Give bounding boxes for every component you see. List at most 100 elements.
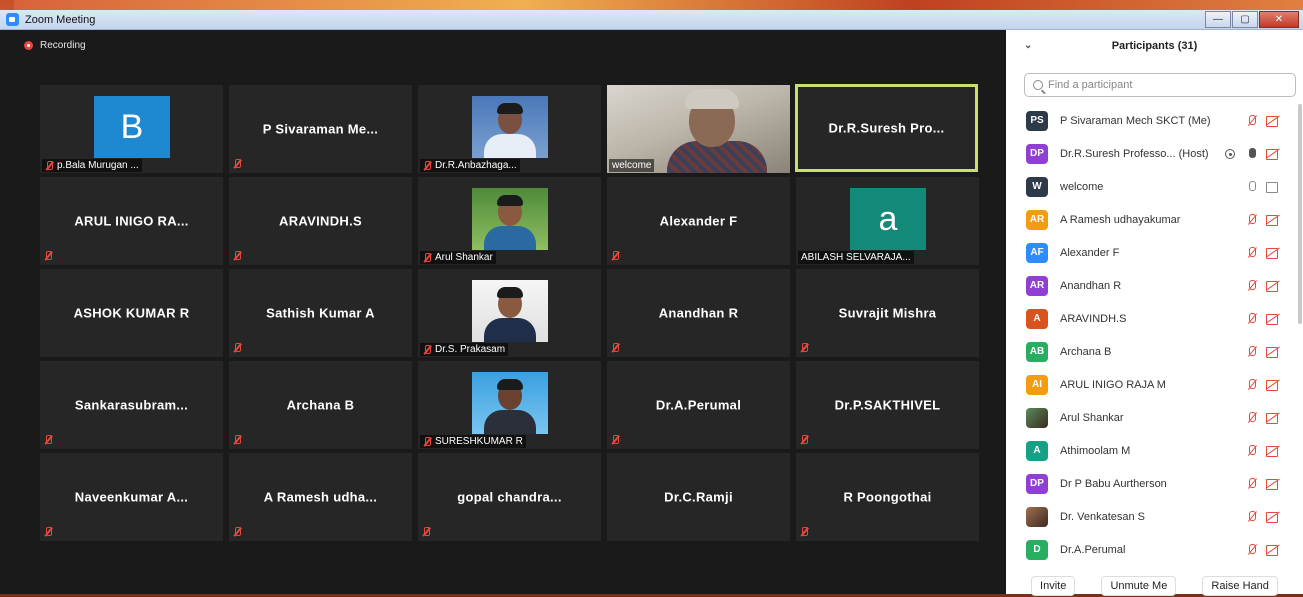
avatar: DP xyxy=(1026,473,1048,494)
participant-row[interactable]: DP Dr P Babu Aurtherson xyxy=(1006,467,1303,500)
video-off-icon[interactable] xyxy=(1266,247,1281,259)
avatar: AR xyxy=(1026,275,1048,296)
video-tile[interactable]: Anandhan R xyxy=(607,269,790,357)
video-tile[interactable]: SURESHKUMAR R xyxy=(418,361,601,449)
title-bar: Zoom Meeting — ▢ ✕ xyxy=(0,10,1303,30)
avatar: a xyxy=(850,188,926,250)
video-off-icon[interactable] xyxy=(1266,346,1281,358)
video-tile[interactable]: Suvrajit Mishra xyxy=(796,269,979,357)
mic-icon[interactable] xyxy=(1246,147,1258,160)
mic-muted-icon xyxy=(611,251,619,261)
mic-muted-icon[interactable] xyxy=(1246,312,1258,325)
name-label: p.Bala Murugan ... xyxy=(42,159,142,172)
video-tile[interactable]: Sathish Kumar A xyxy=(229,269,412,357)
mic-muted-icon[interactable] xyxy=(1246,345,1258,358)
video-tile[interactable]: Alexander F xyxy=(607,177,790,265)
video-tile[interactable]: P Sivaraman Me... xyxy=(229,85,412,173)
mic-icon[interactable] xyxy=(1246,180,1258,193)
video-off-icon[interactable] xyxy=(1266,148,1281,160)
video-off-icon[interactable] xyxy=(1266,412,1281,424)
participant-row[interactable]: A ARAVINDH.S xyxy=(1006,302,1303,335)
unmute-me-button[interactable]: Unmute Me xyxy=(1101,576,1177,596)
video-off-icon[interactable] xyxy=(1266,280,1281,292)
minimize-button[interactable]: — xyxy=(1205,11,1231,28)
participant-row[interactable]: PS P Sivaraman Mech SKCT (Me) xyxy=(1006,104,1303,137)
video-tile[interactable]: R Poongothai xyxy=(796,453,979,541)
video-tile[interactable]: Naveenkumar A... xyxy=(40,453,223,541)
video-tile[interactable]: Dr.P.SAKTHIVEL xyxy=(796,361,979,449)
video-off-icon[interactable] xyxy=(1266,478,1281,490)
mic-muted-icon xyxy=(423,436,431,447)
participant-row[interactable]: Dr. Venkatesan S xyxy=(1006,500,1303,533)
participant-row[interactable]: AF Alexander F xyxy=(1006,236,1303,269)
participant-row[interactable]: Wwelcome xyxy=(1006,170,1303,203)
name-label-text: p.Bala Murugan ... xyxy=(57,160,139,171)
mic-muted-icon[interactable] xyxy=(1246,279,1258,292)
participant-row[interactable]: AR A Ramesh udhayakumar xyxy=(1006,203,1303,236)
video-tile[interactable]: Dr.C.Ramji xyxy=(607,453,790,541)
video-tile[interactable]: ASHOK KUMAR R xyxy=(40,269,223,357)
video-off-icon[interactable] xyxy=(1266,115,1281,127)
mic-muted-icon xyxy=(233,527,241,537)
scrollbar[interactable] xyxy=(1298,104,1302,324)
video-tile[interactable]: ARUL INIGO RA... xyxy=(40,177,223,265)
mic-muted-icon[interactable] xyxy=(1246,378,1258,391)
maximize-button[interactable]: ▢ xyxy=(1232,11,1258,28)
video-tile[interactable]: Dr.R.Anbazhaga... xyxy=(418,85,601,173)
avatar: D xyxy=(1026,539,1048,560)
participant-name: Athimoolam M xyxy=(1060,444,1131,457)
participant-row[interactable]: Arul Shankar xyxy=(1006,401,1303,434)
video-tile[interactable]: Bp.Bala Murugan ... xyxy=(40,85,223,173)
video-tile[interactable]: Sankarasubram... xyxy=(40,361,223,449)
video-tile[interactable]: welcome xyxy=(607,85,790,173)
video-tile[interactable]: gopal chandra... xyxy=(418,453,601,541)
mic-muted-icon[interactable] xyxy=(1246,543,1258,556)
participant-name: A Ramesh udhayakumar xyxy=(1060,213,1181,226)
video-icon[interactable] xyxy=(1266,181,1281,193)
name-label-text: Dr.S. Prakasam xyxy=(435,344,506,355)
participant-row[interactable]: A Athimoolam M xyxy=(1006,434,1303,467)
participant-row[interactable]: D Dr.A.Perumal xyxy=(1006,533,1303,566)
video-off-icon[interactable] xyxy=(1266,214,1281,226)
video-tile[interactable]: Archana B xyxy=(229,361,412,449)
participant-row[interactable]: AR Anandhan R xyxy=(1006,269,1303,302)
search-placeholder: Find a participant xyxy=(1048,79,1133,91)
video-tile[interactable]: A Ramesh udha... xyxy=(229,453,412,541)
mic-muted-icon[interactable] xyxy=(1246,246,1258,259)
invite-button[interactable]: Invite xyxy=(1031,576,1076,596)
profile-photo xyxy=(472,96,548,158)
chevron-down-icon[interactable]: ⌄ xyxy=(1024,40,1032,51)
mic-muted-icon[interactable] xyxy=(1246,444,1258,457)
video-tile[interactable]: Dr.A.Perumal xyxy=(607,361,790,449)
window-controls: — ▢ ✕ xyxy=(1204,11,1299,28)
video-off-icon[interactable] xyxy=(1266,544,1281,556)
video-tile[interactable]: a ABILASH SELVARAJA... xyxy=(796,177,979,265)
video-tile[interactable]: Arul Shankar xyxy=(418,177,601,265)
video-off-icon[interactable] xyxy=(1266,379,1281,391)
video-off-icon[interactable] xyxy=(1266,445,1281,457)
participant-row[interactable]: DP Dr.R.Suresh Professo... (Host) xyxy=(1006,137,1303,170)
mic-muted-icon[interactable] xyxy=(1246,411,1258,424)
participant-row[interactable]: AB Archana B xyxy=(1006,335,1303,368)
mic-muted-icon[interactable] xyxy=(1246,213,1258,226)
mic-muted-icon[interactable] xyxy=(1246,477,1258,490)
search-input[interactable]: Find a participant xyxy=(1024,73,1296,97)
raise-hand-button[interactable]: Raise Hand xyxy=(1202,576,1278,596)
participant-name: P Sivaraman Mech SKCT (Me) xyxy=(1060,114,1211,127)
video-tile[interactable]: ARAVINDH.S xyxy=(229,177,412,265)
name-label: Dr.S. Prakasam xyxy=(420,343,509,356)
recording-indicator[interactable]: Recording xyxy=(24,40,86,51)
mic-muted-icon[interactable] xyxy=(1246,510,1258,523)
video-off-icon[interactable] xyxy=(1266,313,1281,325)
participant-row[interactable]: AI ARUL INIGO RAJA M xyxy=(1006,368,1303,401)
video-off-icon[interactable] xyxy=(1266,511,1281,523)
mic-muted-icon xyxy=(423,344,431,355)
avatar: B xyxy=(94,96,170,158)
participant-name: Suvrajit Mishra xyxy=(838,305,937,321)
close-button[interactable]: ✕ xyxy=(1259,11,1299,28)
avatar: AF xyxy=(1026,242,1048,263)
video-tile[interactable]: Dr.R.Suresh Pro... xyxy=(795,84,978,172)
mic-muted-icon[interactable] xyxy=(1246,114,1258,127)
video-tile[interactable]: Dr.S. Prakasam xyxy=(418,269,601,357)
window-title: Zoom Meeting xyxy=(25,13,96,26)
